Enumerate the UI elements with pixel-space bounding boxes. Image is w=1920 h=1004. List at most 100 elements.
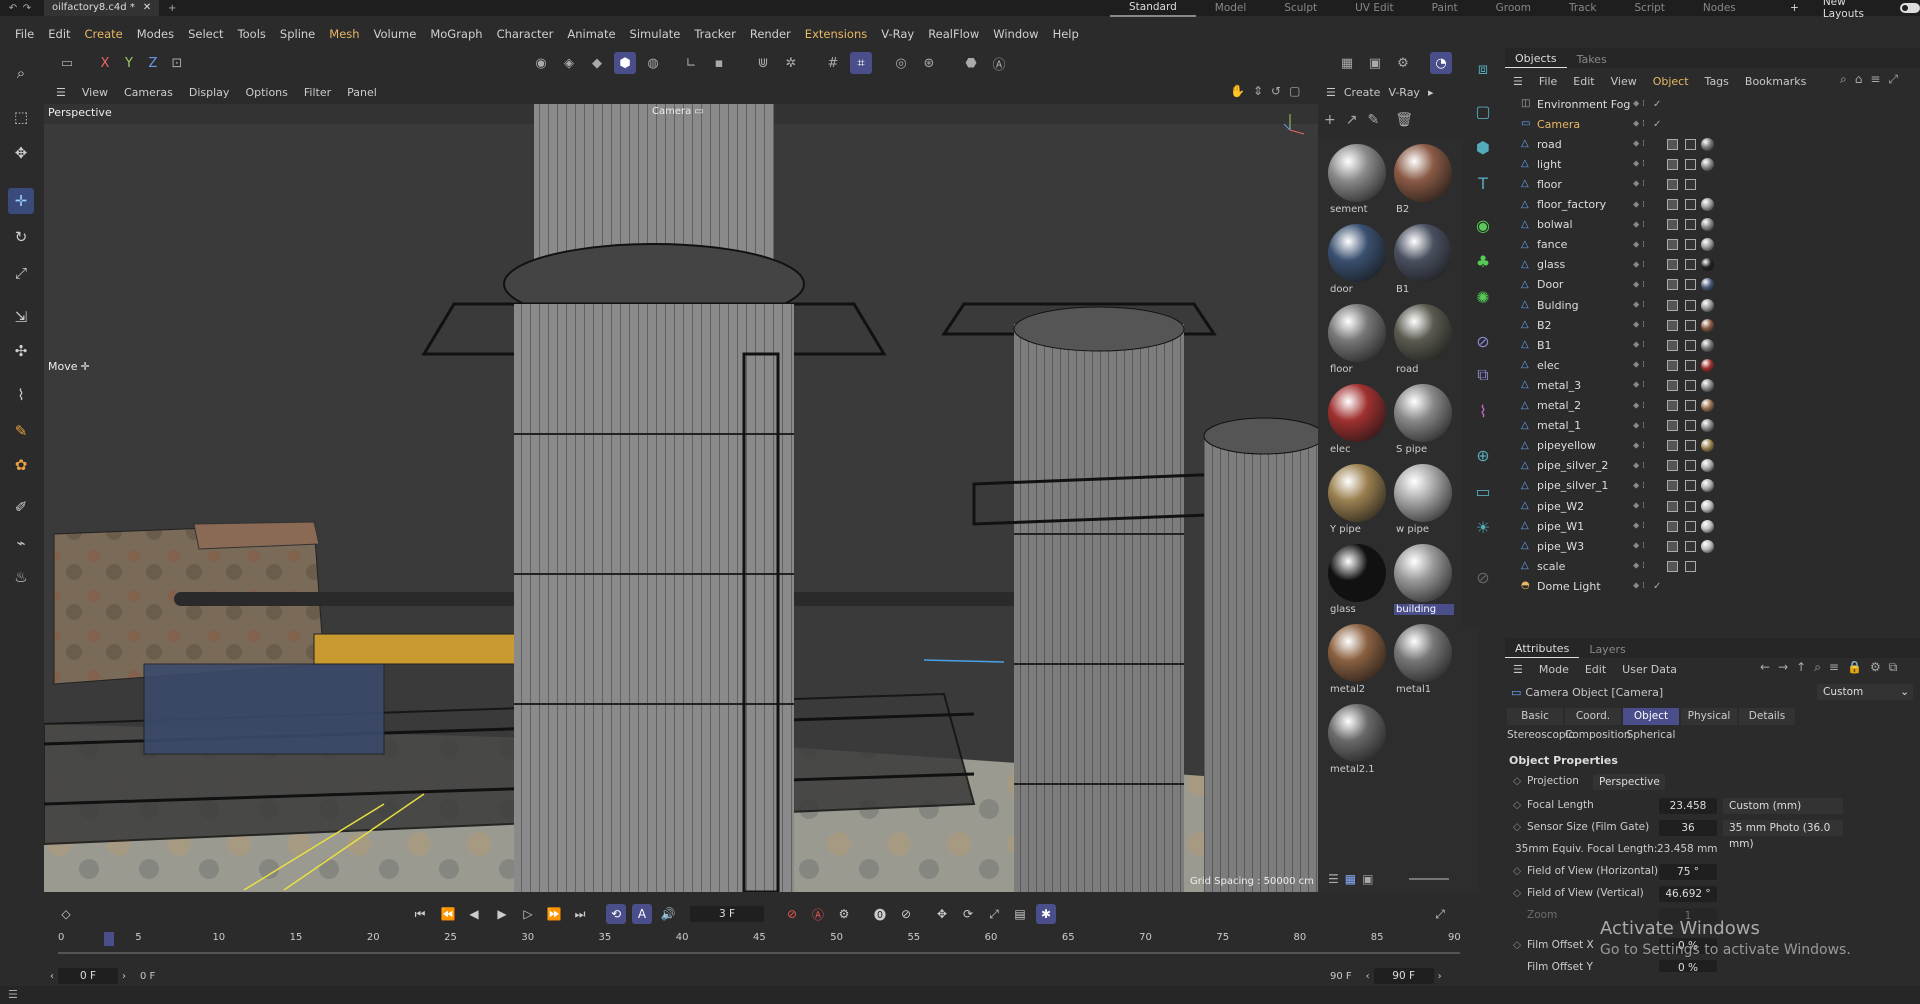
mograph-icon[interactable]: ✿ xyxy=(8,452,34,478)
key-settings-icon[interactable]: ⚙ xyxy=(834,904,854,924)
viewport-menu-item[interactable]: Panel xyxy=(339,86,385,99)
uvw-tag-icon[interactable] xyxy=(1685,178,1696,190)
phong-tag-icon[interactable] xyxy=(1667,319,1678,331)
object-row[interactable]: △ elec ⬥ ⁞ xyxy=(1505,355,1920,375)
go-to-end-icon[interactable]: ⏭ xyxy=(570,904,590,924)
attr-tab[interactable]: Stereoscopic xyxy=(1507,727,1574,744)
material-tag-icon[interactable] xyxy=(1701,519,1714,533)
link-icon[interactable]: ↗ xyxy=(1346,112,1358,128)
settings-icon[interactable]: ⚙ xyxy=(1870,660,1881,675)
object-row[interactable]: ▭ Camera ⬥ ⁞ ✓ xyxy=(1505,114,1920,134)
uvw-tag-icon[interactable] xyxy=(1685,420,1696,432)
visibility-dots[interactable]: ⬥ ⁞ xyxy=(1633,421,1645,431)
visibility-dots[interactable]: ⬥ ⁞ xyxy=(1633,300,1645,310)
visibility-dots[interactable]: ⬥ ⁞ xyxy=(1633,581,1645,591)
snap-settings-icon[interactable]: ✲ xyxy=(780,52,802,74)
object-row[interactable]: △ road ⬥ ⁞ xyxy=(1505,134,1920,154)
object-row[interactable]: △ pipeyellow ⬥ ⁞ xyxy=(1505,436,1920,456)
object-row[interactable]: △ floor_factory ⬥ ⁞ xyxy=(1505,195,1920,215)
hamburger-icon[interactable]: ☰ xyxy=(8,988,18,1001)
material-tag-icon[interactable] xyxy=(1701,479,1714,493)
phong-tag-icon[interactable] xyxy=(1667,359,1678,371)
new-layouts-label[interactable]: New Layouts xyxy=(1823,0,1886,20)
axis-x-toggle[interactable]: X xyxy=(94,52,116,74)
axis-y-toggle[interactable]: Y xyxy=(118,52,140,74)
material-tag-icon[interactable] xyxy=(1701,218,1714,232)
cloner-icon[interactable]: ♣ xyxy=(1470,248,1496,274)
objects-menu-item[interactable]: Tags xyxy=(1697,75,1737,88)
text-icon[interactable]: T xyxy=(1470,170,1496,196)
home-icon[interactable]: ⌂ xyxy=(1855,72,1863,87)
new-layouts-toggle[interactable] xyxy=(1899,3,1920,13)
keyframe-diamond-icon[interactable]: ◇ xyxy=(56,904,76,924)
object-row[interactable]: △ metal_3 ⬥ ⁞ xyxy=(1505,375,1920,395)
object-row[interactable]: △ glass ⬥ ⁞ xyxy=(1505,255,1920,275)
attr-tab[interactable]: Basic xyxy=(1507,708,1563,725)
enabled-check-icon[interactable]: ✓ xyxy=(1653,99,1661,110)
vray-light-icon[interactable]: ⧈ xyxy=(1470,56,1496,82)
focal-preset-dropdown[interactable]: Custom (mm) xyxy=(1723,798,1843,814)
grid-icon[interactable]: # xyxy=(822,52,844,74)
menu-item[interactable]: Window xyxy=(986,27,1045,41)
polygons-mode-icon[interactable]: ◆ xyxy=(586,52,608,74)
brush-icon[interactable]: ✐ xyxy=(8,494,34,520)
attr-tab[interactable]: Composition xyxy=(1565,727,1631,744)
offy-field[interactable]: 0 % xyxy=(1659,960,1717,972)
object-row[interactable]: ◓ Dome Light ⬥ ⁞ ✓ xyxy=(1505,576,1920,596)
enabled-check-icon[interactable]: ✓ xyxy=(1653,119,1661,130)
fov-h-field[interactable]: 75 ° xyxy=(1659,864,1717,880)
end-field[interactable]: 90 F xyxy=(1373,968,1434,984)
material-item[interactable]: Y pipe xyxy=(1328,464,1388,542)
edges-mode-icon[interactable]: ◈ xyxy=(558,52,580,74)
key-position-icon[interactable]: ⓿ xyxy=(870,904,890,924)
phong-tag-icon[interactable] xyxy=(1667,480,1678,492)
visibility-dots[interactable]: ⬥ ⁞ xyxy=(1633,240,1645,250)
prev-key-icon[interactable]: ⏪ xyxy=(438,904,458,924)
material-tag-icon[interactable] xyxy=(1701,278,1714,292)
key-pla-icon[interactable]: ✱ xyxy=(1036,904,1056,924)
new-window-icon[interactable]: ⧉ xyxy=(1889,660,1898,675)
phong-tag-icon[interactable] xyxy=(1667,379,1678,391)
key-rotation-icon[interactable]: ⊘ xyxy=(896,904,916,924)
visibility-dots[interactable]: ⬥ ⁞ xyxy=(1633,481,1645,491)
object-row[interactable]: △ B2 ⬥ ⁞ xyxy=(1505,315,1920,335)
timeline-expand-icon[interactable]: ⤢ xyxy=(1430,904,1450,924)
keyframe-icon[interactable]: ◇ xyxy=(1513,939,1521,951)
phong-tag-icon[interactable] xyxy=(1667,219,1678,231)
viewport-menu-item[interactable]: Display xyxy=(181,86,238,99)
vray-icon[interactable]: ◔ xyxy=(1430,52,1452,74)
projection-dropdown[interactable]: Perspective xyxy=(1593,774,1665,790)
uvw-tag-icon[interactable] xyxy=(1685,239,1696,251)
material-item[interactable]: door xyxy=(1328,224,1388,302)
environment-icon[interactable]: ⊕ xyxy=(1470,442,1496,468)
range-bar-end[interactable]: 90 F xyxy=(1330,971,1352,982)
visibility-dots[interactable]: ⬥ ⁞ xyxy=(1633,401,1645,411)
chevron-left-icon[interactable]: ‹ xyxy=(1366,971,1370,982)
objects-menu-item[interactable]: Edit xyxy=(1565,75,1602,88)
object-row[interactable]: △ pipe_W2 ⬥ ⁞ xyxy=(1505,496,1920,516)
next-key-icon[interactable]: ⏩ xyxy=(544,904,564,924)
up-icon[interactable]: ↑ xyxy=(1796,660,1806,675)
texture-mode-icon[interactable]: ◍ xyxy=(642,52,664,74)
uvw-tag-icon[interactable] xyxy=(1685,199,1696,210)
hamburger-icon[interactable]: ☰ xyxy=(1505,75,1531,88)
material-tag-icon[interactable] xyxy=(1701,157,1714,171)
visibility-dots[interactable]: ⬥ ⁞ xyxy=(1633,99,1645,109)
chevron-left-icon[interactable]: ‹ xyxy=(50,971,54,982)
chevron-right-icon[interactable]: ▸ xyxy=(1428,86,1434,99)
enabled-check-icon[interactable]: ✓ xyxy=(1653,581,1661,592)
tab-objects[interactable]: Objects xyxy=(1505,50,1567,68)
grid-view-icon[interactable]: ▦ xyxy=(1345,872,1356,886)
layout-tab[interactable]: Paint xyxy=(1413,0,1477,16)
visibility-dots[interactable]: ⬥ ⁞ xyxy=(1633,220,1645,230)
viewport-menu-item[interactable]: Options xyxy=(237,86,295,99)
visibility-dots[interactable]: ⬥ ⁞ xyxy=(1633,340,1645,350)
visibility-dots[interactable]: ⬥ ⁞ xyxy=(1633,380,1645,390)
object-row[interactable]: △ bolwal ⬥ ⁞ xyxy=(1505,215,1920,235)
material-tag-icon[interactable] xyxy=(1701,399,1714,412)
workplane-icon[interactable]: ▪ xyxy=(708,52,730,74)
phong-tag-icon[interactable] xyxy=(1667,279,1678,291)
attr-tab[interactable]: Coord. xyxy=(1565,708,1621,725)
cube-icon[interactable]: ⬢ xyxy=(1470,134,1496,160)
record-icon[interactable]: ⊘ xyxy=(782,904,802,924)
